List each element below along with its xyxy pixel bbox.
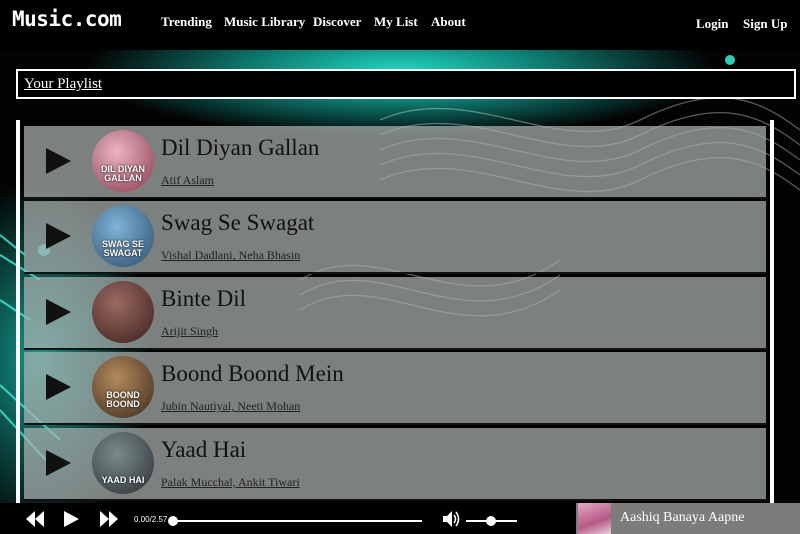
volume-icon[interactable] bbox=[443, 511, 461, 527]
signup-link[interactable]: Sign Up bbox=[743, 16, 787, 32]
seek-bar[interactable] bbox=[172, 520, 422, 522]
thumbnail-text: YAAD HAI bbox=[101, 474, 145, 485]
nav-link-my-list[interactable]: My List bbox=[374, 14, 418, 30]
track-row[interactable]: SWAG SE SWAGAT Swag Se Swagat Vishal Dadla… bbox=[24, 201, 766, 275]
volume-handle[interactable] bbox=[485, 516, 496, 526]
now-playing-title: Aashiq Banaya Aapne bbox=[620, 510, 745, 525]
track-artist[interactable]: Jubin Nautiyal, Neeti Mohan bbox=[161, 399, 300, 414]
track-title[interactable]: Binte Dil bbox=[161, 286, 246, 312]
nav-link-about[interactable]: About bbox=[431, 14, 466, 30]
playlist-left-border bbox=[16, 120, 20, 510]
track-thumbnail: YAAD HAI bbox=[92, 431, 154, 494]
track-play-icon[interactable] bbox=[46, 449, 71, 476]
nav-link-trending[interactable]: Trending bbox=[161, 14, 212, 30]
next-icon[interactable] bbox=[100, 511, 118, 527]
track-row[interactable]: BOOND BOOND Boond Boond Mein Jubin Nautiya… bbox=[24, 352, 766, 426]
playlist-header: Your Playlist bbox=[16, 69, 796, 99]
track-title[interactable]: Dil Diyan Gallan bbox=[161, 135, 319, 161]
seek-handle[interactable] bbox=[168, 516, 178, 526]
track-play-icon[interactable] bbox=[46, 223, 71, 250]
track-thumbnail bbox=[92, 280, 154, 343]
track-artist[interactable]: Arijit Singh bbox=[161, 324, 218, 339]
track-play-icon[interactable] bbox=[46, 148, 71, 174]
your-playlist-link[interactable]: Your Playlist bbox=[24, 76, 102, 93]
thumbnail-text: BOOND BOOND bbox=[106, 390, 140, 410]
track-artist[interactable]: Atif Aslam bbox=[161, 173, 214, 188]
player-bar: 0.00/2.57 Aashiq Banaya Aapne bbox=[0, 503, 800, 534]
track-play-icon[interactable] bbox=[46, 298, 71, 325]
track-thumbnail: SWAG SE SWAGAT bbox=[92, 205, 154, 268]
track-title[interactable]: Swag Se Swagat bbox=[161, 210, 314, 236]
now-playing-thumbnail bbox=[578, 503, 611, 534]
nav-link-discover[interactable]: Discover bbox=[313, 14, 361, 30]
thumbnail-text: DIL DIYAN GALLAN bbox=[100, 164, 145, 183]
track-row[interactable]: DIL DIYAN GALLAN Dil Diyan Gallan Atif Asl… bbox=[24, 126, 766, 199]
time-display: 0.00/2.57 bbox=[134, 515, 168, 524]
track-row[interactable]: Binte Dil Arijit Singh bbox=[24, 276, 766, 350]
track-play-icon[interactable] bbox=[46, 374, 71, 401]
track-list: DIL DIYAN GALLAN Dil Diyan Gallan Atif Asl… bbox=[24, 126, 766, 527]
login-link[interactable]: Login bbox=[696, 16, 729, 32]
site-logo[interactable]: Music.com bbox=[12, 7, 122, 31]
track-title[interactable]: Boond Boond Mein bbox=[161, 361, 344, 387]
playlist-right-border bbox=[770, 120, 774, 510]
navbar: Music.com Trending Music Library Discove… bbox=[0, 0, 800, 50]
track-row[interactable]: YAAD HAI Yaad Hai Palak Mucchal, Ankit Tiw… bbox=[24, 427, 766, 501]
track-title[interactable]: Yaad Hai bbox=[161, 437, 246, 463]
thumbnail-text: SWAG SE SWAGAT bbox=[101, 239, 144, 259]
track-artist[interactable]: Palak Mucchal, Ankit Tiwari bbox=[161, 475, 300, 490]
play-icon[interactable] bbox=[64, 511, 79, 527]
track-artist[interactable]: Vishal Dadlani, Neha Bhasin bbox=[161, 248, 300, 263]
now-playing[interactable]: Aashiq Banaya Aapne bbox=[576, 503, 800, 534]
nav-link-music-library[interactable]: Music Library bbox=[224, 14, 305, 30]
track-thumbnail: BOOND BOOND bbox=[92, 356, 154, 419]
previous-icon[interactable] bbox=[26, 511, 44, 527]
track-thumbnail: DIL DIYAN GALLAN bbox=[92, 130, 154, 192]
